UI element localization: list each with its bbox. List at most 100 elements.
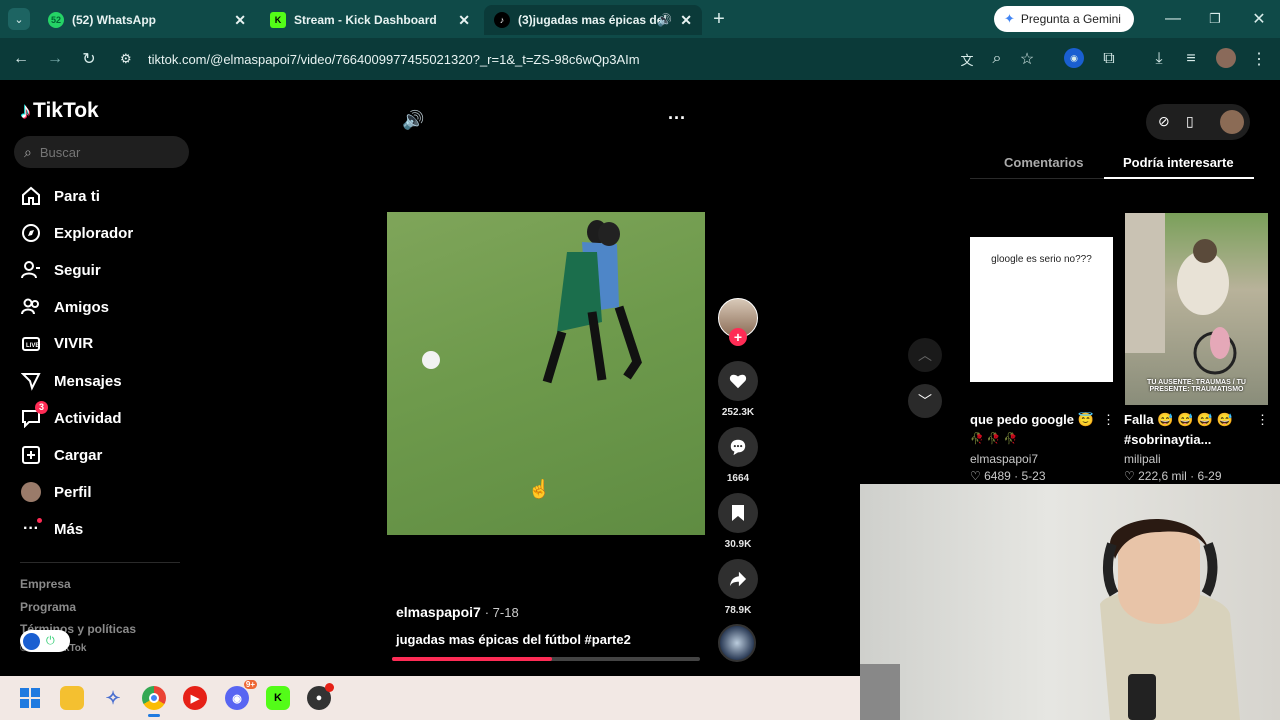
comment-icon (718, 427, 758, 467)
sidebar-divider (20, 562, 180, 563)
card-author[interactable]: milipali (1124, 452, 1161, 466)
close-tab-icon[interactable]: ✕ (458, 12, 470, 29)
nav-label: Actividad (54, 409, 122, 427)
comment-button[interactable]: 1664 (718, 427, 758, 484)
explore-icon[interactable]: ⊘ (1158, 113, 1170, 130)
music-disc[interactable] (718, 624, 758, 662)
search-icon: ⌕ (24, 143, 32, 160)
suggested-card[interactable]: gloogle es serio no??? (970, 237, 1113, 382)
kick-icon: K (270, 12, 286, 28)
more-options-icon[interactable]: ··· (668, 108, 686, 129)
nav-mas[interactable]: ··· Más (20, 514, 83, 544)
card-author[interactable]: elmaspapoi7 (970, 452, 1038, 466)
nav-label: VIVIR (54, 334, 94, 352)
discord-badge: 9+ (243, 680, 257, 689)
nav-mensajes[interactable]: Mensajes (20, 366, 122, 396)
discord-icon[interactable]: ◉ 9+ (225, 680, 257, 710)
tab-whatsapp[interactable]: 52 (52) WhatsApp ✕ (38, 5, 256, 35)
card-likes: 222,6 mil (1138, 469, 1187, 483)
profile-avatar[interactable] (1216, 48, 1236, 68)
tab-tiktok[interactable]: ♪ (3)jugadas mas épicas del fú 🔊 ✕ (484, 5, 702, 35)
tiktok-logo[interactable]: ♪ TikTok (20, 98, 99, 124)
puzzle-extensions-icon[interactable]: ⧉ (1098, 48, 1120, 70)
search-box[interactable]: ⌕ (14, 136, 189, 168)
close-window-icon[interactable]: ✕ (1248, 8, 1270, 30)
obs-icon[interactable]: ● (307, 683, 334, 710)
chrome-active-indicator (148, 714, 160, 717)
share-button[interactable]: 78.9K (718, 559, 758, 616)
close-tab-icon[interactable]: ✕ (680, 12, 692, 29)
maximize-icon[interactable]: ❐ (1204, 8, 1226, 30)
nav-seguir[interactable]: Seguir (20, 255, 101, 285)
download-icon[interactable]: ⤓ (1148, 48, 1170, 70)
tab-comentarios[interactable]: Comentarios (1004, 155, 1083, 170)
zoom-icon[interactable]: ⌕ (986, 48, 1008, 70)
windows-start-icon[interactable] (18, 686, 42, 710)
volume-icon[interactable]: 🔊 (402, 110, 424, 131)
video-progress-bar[interactable] (392, 657, 700, 661)
tab-podria-interesarte[interactable]: Podría interesarte (1123, 155, 1234, 170)
card-thumbnail-text: gloogle es serio no??? (991, 254, 1092, 265)
save-count: 30.9K (724, 539, 752, 550)
share-icon (718, 559, 758, 599)
footer-empresa[interactable]: Empresa (20, 577, 71, 591)
card-date: · 5-23 (1014, 469, 1046, 483)
card-title[interactable]: que pedo google 😇 (970, 412, 1094, 428)
previous-video-button[interactable]: ︿ (908, 338, 942, 372)
tiktok-icon: ♪ (494, 12, 510, 28)
menu-icon[interactable]: ⋮ (1248, 48, 1270, 70)
upload-icon (20, 444, 42, 466)
video-player[interactable]: ☝ (387, 212, 705, 535)
bookmark-star-icon[interactable]: ☆ (1016, 48, 1038, 70)
card-more-icon[interactable]: ⋮ (1256, 412, 1269, 428)
forward-icon[interactable]: → (44, 48, 66, 70)
follow-plus-icon[interactable]: + (729, 328, 747, 346)
nav-vivir[interactable]: LIVE VIVIR (20, 328, 93, 358)
kick-icon[interactable]: K (266, 686, 290, 710)
suggested-card[interactable]: TU AUSENTE: TRAUMAS / TU PRESENTE: TRAUM… (1125, 213, 1268, 405)
card-title-line2: 🥀 🥀 🥀 (970, 433, 1018, 445)
site-info-icon[interactable]: ⚙ (120, 51, 132, 67)
video-author[interactable]: elmaspapoi7 (396, 604, 481, 620)
reload-icon[interactable]: ↻ (78, 48, 100, 70)
file-explorer-icon[interactable] (60, 686, 84, 710)
activity-badge: 3 (35, 401, 48, 414)
card-thumbnail-image (1125, 213, 1237, 375)
extension-icon[interactable]: ◉ (1064, 48, 1084, 68)
save-button[interactable]: 30.9K (718, 493, 758, 550)
user-avatar[interactable] (1220, 110, 1244, 134)
activity-icon: 3 (20, 401, 48, 429)
new-tab-button[interactable]: + (708, 8, 730, 30)
search-input[interactable] (39, 144, 170, 160)
nav-perfil[interactable]: Perfil (20, 477, 92, 507)
card-title[interactable]: Falla 😅 😅 😅 😅 (1124, 412, 1233, 428)
card-stats: ♡ 222,6 mil · 6-29 (1124, 469, 1222, 483)
audio-playing-icon[interactable]: 🔊 (657, 13, 672, 27)
nav-actividad[interactable]: 3 Actividad (20, 401, 122, 433)
nav-para-ti[interactable]: Para ti (20, 181, 100, 211)
tab-kick[interactable]: K Stream - Kick Dashboard ✕ (260, 5, 480, 35)
close-tab-icon[interactable]: ✕ (234, 12, 246, 29)
footer-programa[interactable]: Programa (20, 600, 76, 614)
device-icon[interactable]: ▯ (1186, 113, 1194, 130)
card-more-icon[interactable]: ⋮ (1102, 412, 1115, 428)
nav-amigos[interactable]: Amigos (20, 292, 109, 322)
compass-icon (20, 222, 42, 244)
tab-search-icon[interactable]: ⌄ (8, 8, 30, 30)
floating-extension-toggle[interactable]: ⏻ (20, 630, 70, 652)
creator-avatar[interactable]: + (718, 298, 758, 346)
media-control-icon[interactable]: ≡ (1180, 48, 1202, 70)
chrome-icon[interactable] (142, 686, 166, 710)
translate-icon[interactable]: 文 (956, 48, 978, 70)
nav-label: Mensajes (54, 372, 122, 390)
back-icon[interactable]: ← (10, 48, 32, 70)
nav-cargar[interactable]: Cargar (20, 440, 102, 470)
youtube-icon[interactable]: ▶ (183, 686, 207, 710)
gemini-button[interactable]: ✦ Pregunta a Gemini (994, 6, 1134, 32)
like-button[interactable]: 252.3K (718, 361, 758, 418)
next-video-button[interactable]: ﹀ (908, 384, 942, 418)
nav-explorador[interactable]: Explorador (20, 218, 133, 248)
url-field[interactable]: ⚙ tiktok.com/@elmaspapoi7/video/76640099… (112, 44, 1052, 74)
minimize-icon[interactable]: — (1162, 8, 1184, 30)
app-icon[interactable]: ✧ (101, 686, 125, 710)
